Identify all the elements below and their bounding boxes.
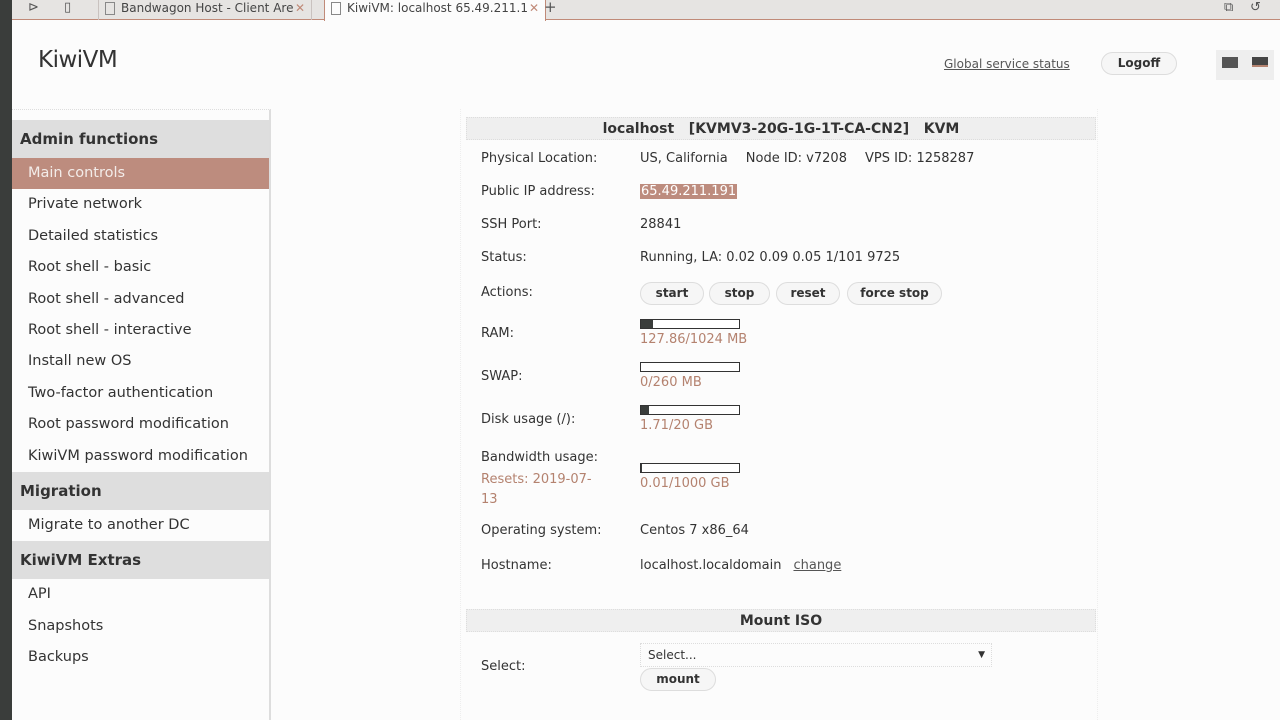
sidebar-item-root-shell-advanced[interactable]: Root shell - advanced <box>12 284 269 315</box>
sidebar-item-detailed-statistics[interactable]: Detailed statistics <box>12 221 269 252</box>
iso-select[interactable]: Select... ▼ <box>640 643 992 667</box>
disk-bar <box>640 405 740 415</box>
hostname-value: localhost.localdomain <box>640 558 782 573</box>
swap-label: SWAP: <box>481 369 523 384</box>
disk-bar-fill <box>641 406 650 414</box>
sidebar-section-migration: Migration <box>12 471 269 510</box>
sidebar-item-snapshots[interactable]: Snapshots <box>12 611 269 642</box>
dropdown-arrow-icon: ▼ <box>978 650 985 660</box>
ram-bar-fill <box>641 320 654 328</box>
swap-value: 0/260 MB <box>640 375 702 390</box>
flag-icon[interactable] <box>1252 57 1268 67</box>
sidebar-item-root-password[interactable]: Root password modification <box>12 409 269 440</box>
bandwidth-label: Bandwidth usage: <box>481 450 598 465</box>
os-value: Centos 7 x86_64 <box>640 523 749 538</box>
ram-label: RAM: <box>481 326 514 341</box>
page-header: KiwiVM Global service status Logoff <box>12 20 1280 92</box>
sidebar-item-migrate[interactable]: Migrate to another DC <box>12 510 269 541</box>
tab-title: KiwiVM: localhost 65.49.211.1 <box>347 1 528 15</box>
sidebar-item-install-os[interactable]: Install new OS <box>12 346 269 377</box>
bandwidth-resets: Resets: 2019-07-13 <box>481 472 592 507</box>
sidebar-item-private-network[interactable]: Private network <box>12 189 269 220</box>
uk-flag-icon[interactable] <box>1222 57 1238 68</box>
sidebar-section-extras: KiwiVM Extras <box>12 541 269 580</box>
location-label: Physical Location: <box>481 151 598 166</box>
hostname-label: Hostname: <box>481 558 552 573</box>
bandwidth-bar <box>640 463 740 473</box>
select-label: Select: <box>481 659 526 674</box>
page-icon <box>105 2 115 15</box>
sidebar-item-root-shell-basic[interactable]: Root shell - basic <box>12 252 269 283</box>
browser-tab-bar: ⊳ ▯ Bandwagon Host - Client Are ✕ KiwiVM:… <box>12 0 1280 21</box>
iso-select-value: Select... <box>648 648 697 662</box>
mount-button[interactable]: mount <box>640 668 716 691</box>
close-icon[interactable]: ✕ <box>295 0 305 17</box>
ip-label: Public IP address: <box>481 184 595 199</box>
close-icon[interactable]: ✕ <box>529 0 539 17</box>
language-selector <box>1216 50 1274 80</box>
force-stop-button[interactable]: force stop <box>847 282 942 305</box>
sidebar-item-kiwivm-password[interactable]: KiwiVM password modification <box>12 441 269 472</box>
tab-bandwagon[interactable]: Bandwagon Host - Client Are ✕ <box>98 0 312 20</box>
ip-value[interactable]: 65.49.211.191 <box>640 184 738 199</box>
disk-value: 1.71/20 GB <box>640 418 713 433</box>
tab-kiwivm[interactable]: KiwiVM: localhost 65.49.211.1 ✕ <box>324 0 546 21</box>
reset-button[interactable]: reset <box>776 282 840 305</box>
mount-iso-title: Mount ISO <box>466 609 1096 632</box>
sidebar-item-main-controls[interactable]: Main controls <box>12 158 269 190</box>
location-value: US, California Node ID: v7208 VPS ID: 1258… <box>640 151 974 166</box>
new-tab-icon[interactable]: + <box>544 0 557 16</box>
page-icon <box>331 2 341 15</box>
disk-label: Disk usage (/): <box>481 412 576 427</box>
status-value: Running, LA: 0.02 0.09 0.05 1/101 9725 <box>640 250 901 265</box>
tab-title: Bandwagon Host - Client Are <box>121 1 294 15</box>
sidebar: Admin functions Main controls Private ne… <box>12 109 271 720</box>
sidebar-item-root-shell-interactive[interactable]: Root shell - interactive <box>12 315 269 346</box>
vps-title: localhost [KVMV3-20G-1G-1T-CA-CN2] KVM <box>466 117 1096 140</box>
page-icon[interactable]: ▯ <box>64 0 71 15</box>
sidebar-item-backups[interactable]: Backups <box>12 642 269 673</box>
vps-id: VPS ID: 1258287 <box>864 151 975 166</box>
ram-value: 127.86/1024 MB <box>640 332 748 347</box>
os-label: Operating system: <box>481 523 602 538</box>
logo: KiwiVM <box>38 47 118 73</box>
change-hostname-link[interactable]: change <box>793 558 841 573</box>
sidebar-item-two-factor[interactable]: Two-factor authentication <box>12 378 269 409</box>
screenshot-icon[interactable]: ⧉ <box>1224 0 1233 15</box>
sidebar-toggle-icon[interactable]: ⊳ <box>28 0 39 15</box>
ssh-label: SSH Port: <box>481 217 542 232</box>
node-id: Node ID: v7208 <box>745 151 847 166</box>
main-controls-panel: localhost [KVMV3-20G-1G-1T-CA-CN2] KVM P… <box>460 109 1098 720</box>
sidebar-item-api[interactable]: API <box>12 579 269 610</box>
bandwidth-value: 0.01/1000 GB <box>640 476 730 491</box>
stop-button[interactable]: stop <box>709 282 770 305</box>
logoff-button[interactable]: Logoff <box>1101 52 1177 75</box>
status-label: Status: <box>481 250 527 265</box>
bandwidth-bar-fill <box>641 464 642 472</box>
actions-label: Actions: <box>481 285 533 300</box>
location: US, California <box>640 151 728 166</box>
ram-bar <box>640 319 740 329</box>
swap-bar <box>640 362 740 372</box>
background-window-strip <box>0 0 12 720</box>
start-button[interactable]: start <box>640 282 704 305</box>
sidebar-section-admin: Admin functions <box>12 120 269 158</box>
global-service-status-link[interactable]: Global service status <box>944 57 1070 71</box>
undo-icon[interactable]: ↺ <box>1250 0 1261 15</box>
ssh-value: 28841 <box>640 217 682 232</box>
